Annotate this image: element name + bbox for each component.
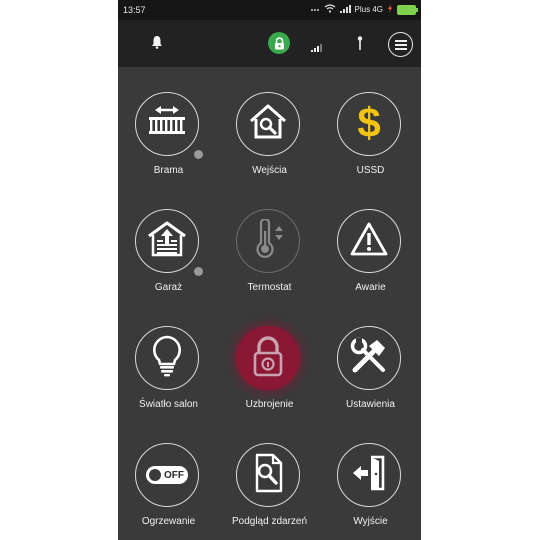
exit-door-icon [349,454,389,497]
tile-ring: $ [337,92,401,156]
tile-label: Brama [153,165,184,176]
tile-label: Wyjście [353,516,388,527]
toggle-off-icon: OFF [146,466,188,484]
tile-ring [236,443,300,507]
tile-label: Ustawienia [346,399,395,410]
tile-ring [236,209,300,273]
tile-uzbrojenie[interactable]: Uzbrojenie [219,301,320,418]
tile-ring: OFF [135,443,199,507]
tile-ogrzewanie[interactable]: OFF Ogrzewanie [118,418,219,535]
status-dot [194,267,203,276]
arm-status-button[interactable] [268,32,290,54]
tile-ussd[interactable]: $ USSD [320,67,421,184]
tile-awarie[interactable]: Awarie [320,184,421,301]
tile-label: Ogrzewanie [141,516,196,527]
tile-podglad-zdarzen[interactable]: Podgląd zdarzeń [219,418,320,535]
bell-icon[interactable] [151,35,163,54]
dots-icon [310,5,320,15]
tile-label: Termostat [247,282,292,293]
garage-icon [147,221,187,262]
gate-icon [147,105,187,144]
wifi-icon [324,4,336,15]
tile-label: Garaż [154,282,183,293]
function-grid: Brama Wejścia $ USSD Garaż Termostat Awa… [118,67,421,540]
signal-icon[interactable] [311,39,322,57]
thermometer-icon [251,217,285,264]
menu-button[interactable] [388,32,413,57]
padlock-icon [251,335,285,382]
tile-ring [337,209,401,273]
tile-ring [337,326,401,390]
top-toolbar [118,20,421,67]
dollar-icon: $ [351,99,387,149]
network-label: Plus 4G [354,5,383,14]
tile-ring [135,92,199,156]
app-screen: 13:57 Plus 4G Brama Wejścia $ USSD Garaż… [118,0,421,540]
tile-ring [236,92,300,156]
status-time: 13:57 [123,5,146,15]
charging-icon [387,4,393,15]
tile-label: Uzbrojenie [245,399,294,410]
tile-termostat[interactable]: Termostat [219,184,320,301]
menu-icon [388,32,413,57]
tile-ring [135,209,199,273]
tile-ring [135,326,199,390]
tile-wejscia[interactable]: Wejścia [219,67,320,184]
tile-label: USSD [356,165,385,176]
tile-label: Awarie [355,282,386,293]
bulb-icon [151,335,183,382]
house-search-icon [249,104,287,145]
tile-brama[interactable]: Brama [118,67,219,184]
battery-icon [397,4,418,15]
tools-icon [349,336,389,381]
document-search-icon [251,453,285,498]
status-bar: 13:57 Plus 4G [118,0,421,20]
lock-icon [268,32,290,54]
toggle-knob [149,469,161,481]
antenna-icon[interactable] [357,36,363,56]
tile-wyjscie[interactable]: Wyjście [320,418,421,535]
tile-label: Podgląd zdarzeń [231,516,308,527]
warning-icon [349,221,389,262]
tile-swiatlo-salon[interactable]: Światło salon [118,301,219,418]
status-dot [194,150,203,159]
tile-label: Światło salon [139,399,198,410]
tile-label: Wejścia [252,165,287,176]
tile-garaz[interactable]: Garaż [118,184,219,301]
tile-ring [236,326,300,390]
status-indicators: Plus 4G [310,4,418,15]
cell-signal-icon [339,4,351,15]
tile-ring [337,443,401,507]
toggle-text: OFF [164,469,184,481]
tile-ustawienia[interactable]: Ustawienia [320,301,421,418]
svg-text:$: $ [357,100,380,144]
